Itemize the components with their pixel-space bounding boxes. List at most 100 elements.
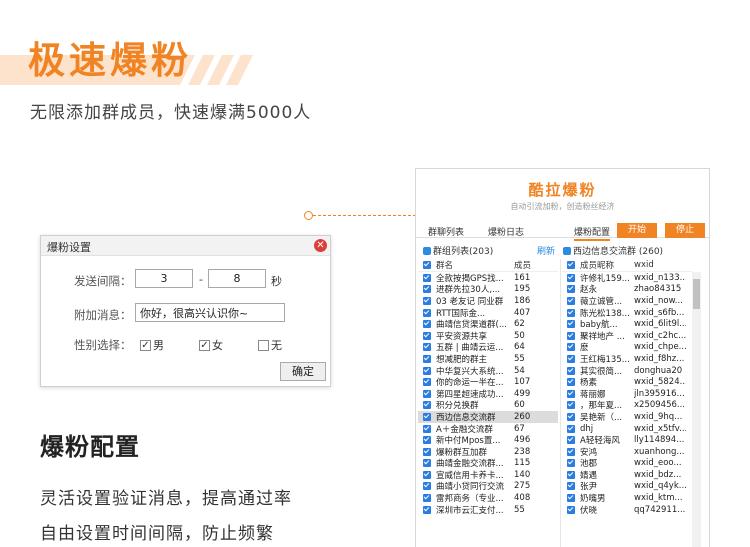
message-input[interactable] bbox=[135, 303, 285, 322]
female-checkbox[interactable]: ✓ 女 bbox=[199, 337, 223, 353]
member-row-checkbox[interactable] bbox=[567, 273, 575, 282]
group-row-checkbox[interactable] bbox=[423, 285, 431, 294]
group-row[interactable]: 爆粉群互加群 238 bbox=[418, 446, 558, 458]
tab-config[interactable]: 爆粉配置 bbox=[574, 225, 611, 241]
group-row[interactable]: 你的命运一半在... 107 bbox=[418, 376, 558, 388]
group-row[interactable]: 五群 | 曲靖云运... 64 bbox=[418, 342, 558, 353]
none-checkbox[interactable]: 无 bbox=[258, 337, 282, 353]
group-row-checkbox[interactable] bbox=[423, 470, 431, 479]
member-row[interactable]: 吴艳新（... wxid_9hq... bbox=[562, 411, 692, 423]
group-row-checkbox[interactable] bbox=[423, 447, 431, 456]
group-row-checkbox[interactable] bbox=[423, 296, 431, 305]
group-row-checkbox[interactable] bbox=[423, 331, 431, 340]
tab-group-list[interactable]: 群聊列表 bbox=[428, 225, 464, 238]
member-scrollbar-thumb[interactable] bbox=[693, 279, 700, 309]
member-row-checkbox[interactable] bbox=[567, 482, 575, 491]
group-row[interactable]: 曲靖小贷同行交流 275 bbox=[418, 481, 558, 492]
member-row-checkbox[interactable] bbox=[567, 447, 575, 456]
group-row[interactable]: 03 老友记 同业群 186 bbox=[418, 295, 558, 307]
member-row[interactable]: 杨素 wxid_5824... bbox=[562, 376, 692, 388]
group-row-checkbox[interactable] bbox=[423, 482, 431, 491]
member-row[interactable]: 其实很简... donghua20 bbox=[562, 365, 692, 376]
member-row-checkbox[interactable] bbox=[567, 412, 575, 421]
group-row-checkbox[interactable] bbox=[423, 459, 431, 468]
close-icon[interactable]: ✕ bbox=[314, 239, 327, 252]
member-row[interactable]: 婧遇 wxid_bdz... bbox=[562, 469, 692, 481]
member-row[interactable]: 许修礼159... wxid_n133... bbox=[562, 272, 692, 284]
member-row[interactable]: 池郡 wxid_eoo... bbox=[562, 458, 692, 469]
group-row[interactable]: 第四星超速成功... 499 bbox=[418, 388, 558, 400]
member-row-checkbox[interactable] bbox=[567, 296, 575, 305]
group-row[interactable]: A＋金融交流群 67 bbox=[418, 423, 558, 434]
group-row[interactable]: 新中付Mpos置... 496 bbox=[418, 434, 558, 446]
group-row-checkbox[interactable] bbox=[423, 308, 431, 317]
group-row[interactable]: 雷邦商务（专业... 408 bbox=[418, 492, 558, 504]
select-all-groups-checkbox[interactable] bbox=[423, 261, 431, 269]
member-row-checkbox[interactable] bbox=[567, 389, 575, 398]
group-row-checkbox[interactable] bbox=[423, 505, 431, 514]
member-row-checkbox[interactable] bbox=[567, 459, 575, 468]
member-row[interactable]: ，那年夏... x2509456... bbox=[562, 400, 692, 411]
member-row[interactable]: 王红梅135... wxid_f8hz... bbox=[562, 353, 692, 365]
member-row-checkbox[interactable] bbox=[567, 320, 575, 329]
group-row-checkbox[interactable] bbox=[423, 273, 431, 282]
group-row-checkbox[interactable] bbox=[423, 320, 431, 329]
member-row-checkbox[interactable] bbox=[567, 308, 575, 317]
member-row[interactable]: 薇立诚管... wxid_now... bbox=[562, 295, 692, 307]
member-row-checkbox[interactable] bbox=[567, 354, 575, 363]
group-row-checkbox[interactable] bbox=[423, 401, 431, 410]
member-row[interactable]: dhj wxid_x5tfv... bbox=[562, 423, 692, 435]
member-row[interactable]: 安鸿 xuanhong... bbox=[562, 446, 692, 458]
group-row[interactable]: RTT国际金... 407 bbox=[418, 307, 558, 318]
member-row[interactable]: 张尹 wxid_q4yk... bbox=[562, 481, 692, 492]
member-row-checkbox[interactable] bbox=[567, 366, 575, 375]
group-row[interactable]: 西边信息交流群 260 bbox=[418, 411, 558, 423]
member-row-checkbox[interactable] bbox=[567, 436, 575, 445]
member-row-checkbox[interactable] bbox=[567, 331, 575, 340]
member-row[interactable]: 聚祥地产 ... wxid_c2hc... bbox=[562, 330, 692, 342]
start-button[interactable]: 开始 bbox=[617, 223, 657, 238]
group-row-checkbox[interactable] bbox=[423, 378, 431, 387]
male-checkbox[interactable]: ✓ 男 bbox=[140, 337, 164, 353]
interval-min-input[interactable] bbox=[135, 269, 193, 288]
group-row-checkbox[interactable] bbox=[423, 424, 431, 433]
group-row[interactable]: 宣威信用卡养卡... 140 bbox=[418, 469, 558, 481]
member-row[interactable]: baby航... wxid_6lit9l... bbox=[562, 318, 692, 330]
member-row-checkbox[interactable] bbox=[567, 343, 575, 352]
group-row[interactable]: 曲靖金融交流群... 115 bbox=[418, 458, 558, 469]
stop-button[interactable]: 停止 bbox=[665, 223, 705, 238]
group-row-checkbox[interactable] bbox=[423, 354, 431, 363]
member-row[interactable]: 奶嘴男 wxid_ktm... bbox=[562, 492, 692, 504]
group-row[interactable]: 中华复兴大系统... 54 bbox=[418, 365, 558, 376]
interval-max-input[interactable] bbox=[208, 269, 266, 288]
member-row-checkbox[interactable] bbox=[567, 470, 575, 479]
confirm-button[interactable]: 确定 bbox=[280, 362, 326, 381]
member-row-checkbox[interactable] bbox=[567, 401, 575, 410]
group-row[interactable]: 深圳市云汇支付... 55 bbox=[418, 504, 558, 515]
group-row-checkbox[interactable] bbox=[423, 412, 431, 421]
member-row-checkbox[interactable] bbox=[567, 424, 575, 433]
member-row[interactable]: 赵永 zhao84315 bbox=[562, 284, 692, 295]
tab-log[interactable]: 爆粉日志 bbox=[488, 225, 524, 238]
member-scrollbar[interactable] bbox=[692, 272, 701, 547]
group-row-checkbox[interactable] bbox=[423, 436, 431, 445]
select-all-members-checkbox[interactable] bbox=[567, 261, 575, 269]
member-row[interactable]: 伏晓 qq742911... bbox=[562, 504, 692, 515]
group-row[interactable]: 曲靖信贷渠道群(... 62 bbox=[418, 318, 558, 330]
group-row-checkbox[interactable] bbox=[423, 366, 431, 375]
refresh-link[interactable]: 刷新 bbox=[537, 244, 555, 257]
member-row[interactable]: 麽 wxid_chpe... bbox=[562, 342, 692, 353]
group-row[interactable]: 积分兑换群 60 bbox=[418, 400, 558, 411]
member-row[interactable]: 蒋丽娜 jln395916... bbox=[562, 388, 692, 400]
member-row[interactable]: A轻轻海风 lly114894... bbox=[562, 434, 692, 446]
member-row-checkbox[interactable] bbox=[567, 378, 575, 387]
group-row[interactable]: 平安资源共享 50 bbox=[418, 330, 558, 342]
group-row-checkbox[interactable] bbox=[423, 389, 431, 398]
group-row-checkbox[interactable] bbox=[423, 494, 431, 503]
member-row[interactable]: 陈光松138... wxid_s6fb... bbox=[562, 307, 692, 318]
member-row-checkbox[interactable] bbox=[567, 505, 575, 514]
group-row-checkbox[interactable] bbox=[423, 343, 431, 352]
member-row-checkbox[interactable] bbox=[567, 494, 575, 503]
group-row[interactable]: 想减肥的群主 55 bbox=[418, 353, 558, 365]
group-row[interactable]: 全款按揭GPS找... 161 bbox=[418, 272, 558, 284]
